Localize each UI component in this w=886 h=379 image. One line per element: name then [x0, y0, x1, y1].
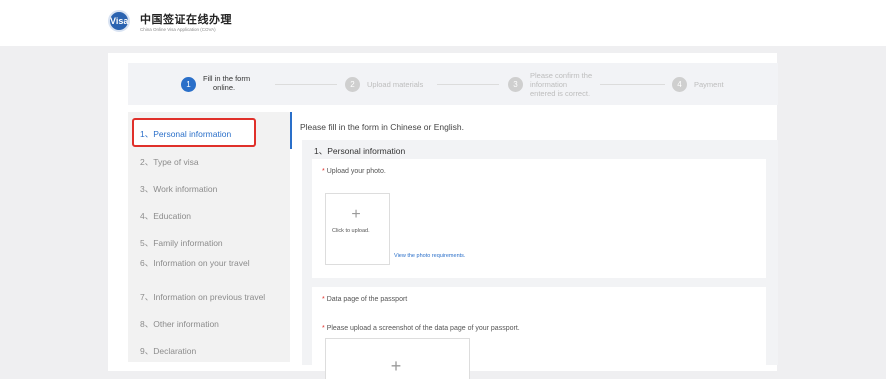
passport-label: * Data page of the passport: [322, 296, 408, 303]
step-2-number: 2: [345, 77, 360, 92]
step-4-label: Payment: [694, 80, 724, 89]
sidebar-item-family-information[interactable]: 5、Family information: [140, 237, 223, 249]
step-connector: [437, 84, 499, 85]
plus-icon: +: [351, 206, 361, 223]
step-2-label: Upload materials: [367, 80, 424, 89]
passport-instruction: * Please upload a screenshot of the data…: [322, 325, 520, 332]
sidebar-item-previous-travel[interactable]: 7、Information on previous travel: [140, 291, 265, 303]
sidebar-item-personal-information[interactable]: 1、Personal information: [140, 128, 231, 140]
sidebar-item-education[interactable]: 4、Education: [140, 210, 191, 222]
step-connector: [275, 84, 337, 85]
step-4-number: 4: [672, 77, 687, 92]
step-3-number: 3: [508, 77, 523, 92]
photo-requirements-link[interactable]: View the photo requirements.: [394, 253, 465, 259]
photo-label: * Upload your photo.: [322, 168, 386, 175]
active-indicator: [290, 112, 292, 149]
sidebar-item-travel-information[interactable]: 6、Information on your travel: [140, 257, 250, 269]
site-title: 中国签证在线办理: [140, 14, 232, 26]
site-subtitle: China Online Visa Application (COVA): [140, 27, 216, 32]
sidebar-item-type-of-visa[interactable]: 2、Type of visa: [140, 156, 199, 168]
section-title: 1、Personal information: [314, 146, 406, 156]
sidebar-item-other-information[interactable]: 8、Other information: [140, 318, 219, 330]
step-1-number: 1: [181, 77, 196, 92]
form-intro: Please fill in the form in Chinese or En…: [300, 122, 464, 132]
plus-icon: +: [390, 356, 402, 376]
photo-upload-text: Click to upload.: [332, 228, 370, 234]
step-3-label: Please confirm the information entered i…: [530, 71, 593, 98]
sidebar-item-work-information[interactable]: 3、Work information: [140, 183, 217, 195]
site-header: Visa 中国签证在线办理 China Online Visa Applicat…: [0, 0, 886, 46]
sidebar-item-declaration[interactable]: 9、Declaration: [140, 345, 196, 357]
step-1-label: Fill in the form online.: [203, 74, 251, 92]
step-connector: [600, 84, 665, 85]
logo-icon[interactable]: Visa: [108, 10, 130, 32]
